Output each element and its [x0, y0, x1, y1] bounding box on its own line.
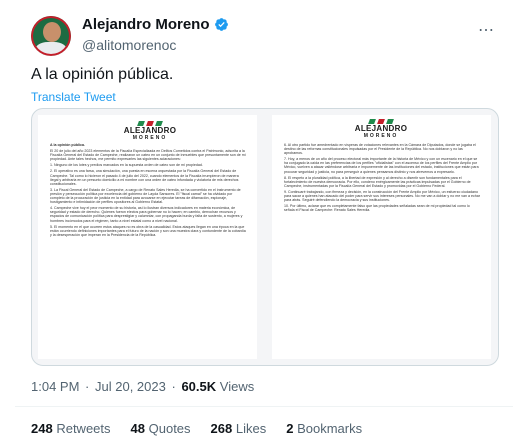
- document-text-page-2: 6. Al otro partido fue amedrentado en ví…: [284, 143, 481, 214]
- doc-paragraph: 8. El respeto a la pluralidad política, …: [284, 175, 471, 188]
- doc-paragraph: 10. Por último, aclarar que es completam…: [284, 204, 470, 213]
- retweets-stat[interactable]: 248 Retweets: [31, 421, 111, 436]
- author-name-row[interactable]: Alejandro Moreno: [82, 16, 229, 33]
- author-handle[interactable]: @alitomorenoc: [82, 37, 176, 53]
- avatar-ring: [31, 16, 71, 56]
- bookmarks-label: Bookmarks: [297, 421, 363, 436]
- engagement-stats: 248 Retweets 48 Quotes 268 Likes 2 Bookm…: [31, 421, 362, 436]
- separator: ·: [85, 379, 90, 394]
- bookmarks-count: 2: [286, 421, 294, 436]
- doc-paragraph: A la opinión pública.: [50, 143, 86, 147]
- quotes-count: 48: [130, 421, 145, 436]
- tweet-time[interactable]: 1:04 PM: [31, 379, 79, 394]
- views-label: Views: [219, 379, 255, 394]
- likes-count: 268: [210, 421, 233, 436]
- more-options-icon[interactable]: ⋯: [478, 20, 495, 40]
- avatar[interactable]: [31, 16, 71, 56]
- doc-paragraph: El 20 de julio del año 2023 elementos de…: [50, 149, 246, 162]
- quotes-stat[interactable]: 48 Quotes: [131, 421, 191, 436]
- bookmarks-stat[interactable]: 2 Bookmarks: [286, 421, 362, 436]
- doc-paragraph: 2. El operativo es una farsa, una simula…: [50, 169, 239, 186]
- verified-badge-icon: [214, 18, 228, 31]
- logo-flag-marks: [110, 121, 190, 126]
- logo: ALEJANDRO MORENO: [110, 121, 190, 141]
- translate-tweet-link[interactable]: Translate Tweet: [31, 90, 116, 104]
- logo-flag-marks: [336, 119, 426, 124]
- logo-surname: MORENO: [363, 133, 399, 139]
- views-count: 60.5K: [181, 379, 217, 394]
- logo-name: ALEJANDRO: [123, 126, 177, 135]
- tweet-text: A la opinión pública.: [31, 66, 174, 83]
- quotes-label: Quotes: [148, 421, 191, 436]
- logo-surname: MORENO: [132, 135, 168, 141]
- likes-stat[interactable]: 268 Likes: [211, 421, 267, 436]
- document-page-1: ALEJANDRO MORENO A la opinión pública. E…: [38, 115, 257, 359]
- doc-paragraph: 7. Hoy, a menos de un año del proceso el…: [284, 157, 479, 174]
- doc-paragraph: 5. El momento en el que ocurren estos at…: [50, 224, 246, 237]
- doc-paragraph: 1. Ninguno de los lotes y predios marcad…: [50, 163, 203, 168]
- doc-paragraph: 9. Continuaré trabajando, con firmeza y …: [284, 189, 480, 203]
- doc-paragraph: 6. Al otro partido fue amedrentado en ví…: [284, 143, 476, 156]
- retweets-label: Retweets: [56, 421, 111, 436]
- logo-name: ALEJANDRO: [354, 124, 408, 133]
- author-display-name[interactable]: Alejandro Moreno: [82, 16, 210, 33]
- document-page-2: ALEJANDRO MORENO 6. Al otro partido fue …: [272, 115, 491, 359]
- separator: ·: [171, 379, 176, 394]
- tweet-date[interactable]: Jul 20, 2023: [95, 379, 166, 394]
- attached-document-image[interactable]: ALEJANDRO MORENO A la opinión pública. E…: [31, 108, 499, 366]
- retweets-count: 248: [31, 421, 53, 436]
- logo: ALEJANDRO MORENO: [336, 119, 426, 139]
- divider: [15, 406, 513, 407]
- likes-label: Likes: [235, 421, 267, 436]
- document-text-page-1: A la opinión pública. El 20 de julio del…: [50, 143, 247, 239]
- doc-paragraph: 4. Campeche vive hoy el peor momento de …: [50, 206, 243, 223]
- tweet-timestamp[interactable]: 1:04 PM · Jul 20, 2023 · 60.5K Views: [31, 379, 254, 394]
- doc-paragraph: 3. La Fiscal General del Estado de Campe…: [50, 187, 241, 205]
